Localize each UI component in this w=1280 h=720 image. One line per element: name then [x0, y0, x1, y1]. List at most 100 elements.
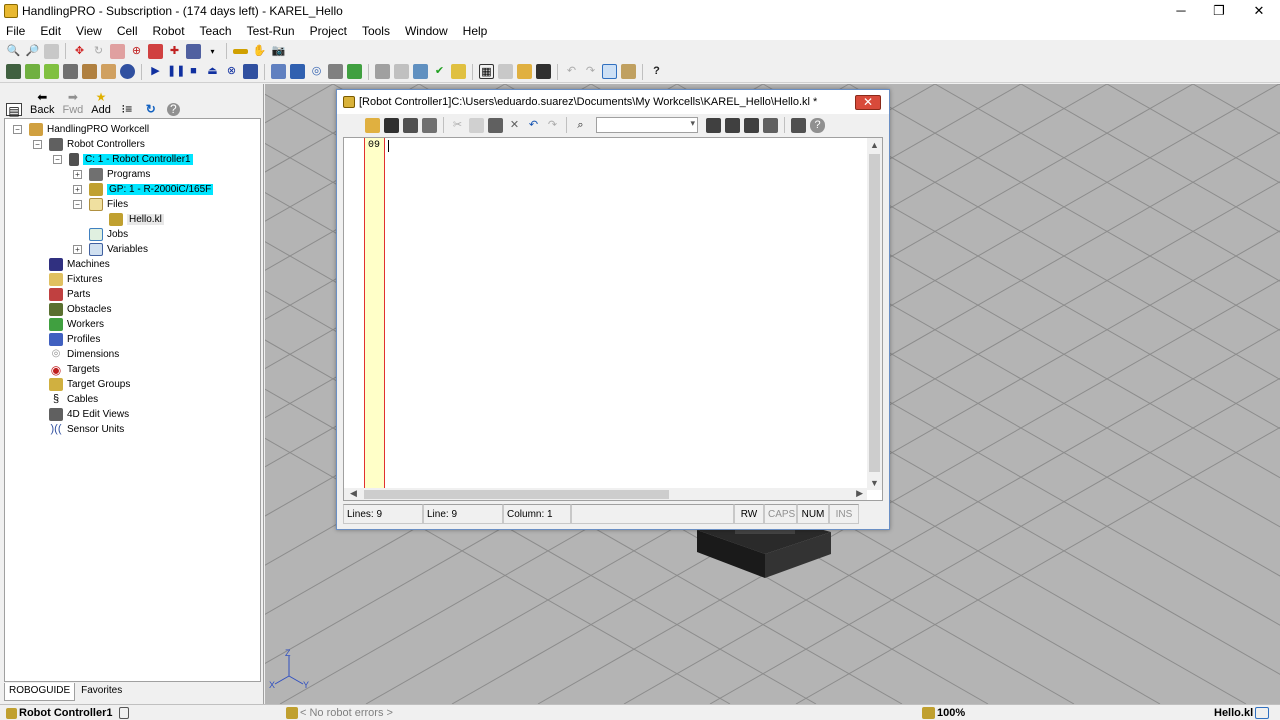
- horizontal-scrollbar[interactable]: ◀ ▶: [344, 488, 867, 500]
- open-folder-icon[interactable]: [517, 64, 532, 79]
- controller-icon[interactable]: [101, 64, 116, 79]
- scroll-up-icon[interactable]: ▲: [870, 140, 879, 150]
- editor-titlebar[interactable]: [Robot Controller1]C:\Users\eduardo.suar…: [337, 90, 889, 114]
- camera-icon[interactable]: 📷: [271, 44, 286, 59]
- undo-icon[interactable]: ↶: [564, 64, 579, 79]
- sync-icon[interactable]: [290, 64, 305, 79]
- teach-pendant-icon[interactable]: [6, 64, 21, 79]
- cycle-icon[interactable]: [82, 64, 97, 79]
- tree-node-cables[interactable]: § Cables: [49, 392, 98, 407]
- tree-node-programs[interactable]: + Programs: [73, 167, 150, 182]
- horizontal-scroll-thumb[interactable]: [364, 490, 669, 499]
- paste-icon[interactable]: [488, 117, 503, 133]
- maximize-icon[interactable]: ❐: [1199, 0, 1239, 22]
- menu-view[interactable]: View: [76, 24, 102, 38]
- tree-node-dimensions[interactable]: ◎ Dimensions: [49, 347, 120, 362]
- minimize-icon[interactable]: ─: [1161, 0, 1201, 22]
- add-favorite-button[interactable]: ★ Add: [91, 90, 111, 116]
- tab-favorites[interactable]: Favorites: [77, 683, 127, 701]
- expand-icon[interactable]: +: [73, 170, 82, 179]
- play-icon[interactable]: ▶: [148, 64, 163, 79]
- scroll-left-icon[interactable]: ◀: [350, 488, 357, 499]
- tree-node-4d-edit-views[interactable]: 4D Edit Views: [49, 407, 129, 422]
- scroll-right-icon[interactable]: ▶: [856, 488, 863, 499]
- robot-jog-icon[interactable]: [148, 43, 163, 59]
- help-button[interactable]: ?: [166, 103, 180, 116]
- target-jog-icon[interactable]: ✚: [167, 44, 182, 59]
- path-icon[interactable]: [413, 64, 428, 79]
- calibrate-icon[interactable]: [271, 64, 286, 79]
- collapse-icon[interactable]: −: [13, 125, 22, 134]
- tab-roboguide[interactable]: ROBOGUIDE: [4, 683, 76, 701]
- menu-window[interactable]: Window: [405, 24, 448, 38]
- menu-robot[interactable]: Robot: [153, 24, 185, 38]
- chart-icon[interactable]: [621, 64, 636, 79]
- sensor-icon[interactable]: [328, 64, 343, 79]
- copy-icon[interactable]: [469, 117, 484, 133]
- tree-view-icon[interactable]: [602, 64, 617, 79]
- find-next-icon[interactable]: [706, 117, 721, 133]
- table-icon[interactable]: ▦: [479, 64, 494, 79]
- undo-icon[interactable]: ↶: [526, 118, 541, 133]
- menu-test-run[interactable]: Test-Run: [247, 24, 295, 38]
- tree-node-controller[interactable]: − C: 1 - Robot Controller1: [53, 152, 193, 167]
- open-icon[interactable]: [365, 117, 380, 133]
- redo-icon[interactable]: ↷: [545, 118, 560, 133]
- properties-icon[interactable]: [791, 117, 806, 133]
- menu-file[interactable]: File: [6, 24, 25, 38]
- stop-icon[interactable]: ■: [186, 64, 201, 79]
- cut-icon[interactable]: ✂: [450, 118, 465, 133]
- gripper-icon[interactable]: [44, 64, 59, 79]
- menu-edit[interactable]: Edit: [40, 24, 61, 38]
- record-icon[interactable]: [120, 64, 135, 79]
- ruler-icon[interactable]: [394, 64, 409, 79]
- tree-node-files[interactable]: − Files: [73, 197, 128, 212]
- jog-frame-icon[interactable]: ⊕: [129, 44, 144, 59]
- tree-node-obstacles[interactable]: Obstacles: [49, 302, 111, 317]
- menu-project[interactable]: Project: [310, 24, 347, 38]
- move-icon[interactable]: ✥: [72, 44, 87, 59]
- tool-icon[interactable]: [186, 43, 201, 59]
- reset-icon[interactable]: ⊗: [224, 64, 239, 79]
- save-all-icon[interactable]: [403, 117, 418, 133]
- pause-icon[interactable]: ❚❚: [167, 64, 185, 79]
- tree-node-robot-controllers[interactable]: − Robot Controllers: [33, 137, 145, 152]
- cube-icon[interactable]: [375, 64, 390, 79]
- dropdown-icon[interactable]: ▾: [205, 44, 220, 59]
- check-icon[interactable]: ✔: [432, 64, 447, 79]
- zoom-window-icon[interactable]: [44, 43, 59, 59]
- vertical-scroll-thumb[interactable]: [869, 154, 880, 472]
- jog-icon[interactable]: [110, 43, 125, 59]
- program-icon[interactable]: [63, 64, 78, 79]
- menu-help[interactable]: Help: [463, 24, 488, 38]
- scroll-down-icon[interactable]: ▼: [870, 478, 879, 488]
- tree-node-variables[interactable]: + Variables: [73, 242, 148, 257]
- redo-icon[interactable]: ↷: [583, 64, 598, 79]
- browser-icon[interactable]: ▤: [6, 103, 22, 118]
- robot-arm-icon[interactable]: [25, 64, 40, 79]
- tree-node-jobs[interactable]: Jobs: [89, 227, 128, 242]
- find-combo[interactable]: ▾: [596, 117, 698, 133]
- eject-icon[interactable]: ⏏: [205, 64, 220, 79]
- expand-icon[interactable]: +: [73, 245, 82, 254]
- delete-icon[interactable]: ✕: [507, 118, 522, 133]
- expand-icon[interactable]: +: [73, 185, 82, 194]
- collapse-icon[interactable]: −: [73, 200, 82, 209]
- tree-node-target-groups[interactable]: Target Groups: [49, 377, 130, 392]
- close-icon[interactable]: ✕: [1239, 0, 1279, 22]
- replace-icon[interactable]: [744, 117, 759, 133]
- find-icon[interactable]: ⌕: [573, 118, 588, 133]
- menu-cell[interactable]: Cell: [117, 24, 138, 38]
- refresh-button[interactable]: ↻: [143, 102, 159, 116]
- tree-node-gp[interactable]: + GP: 1 - R-2000iC/165F: [73, 182, 214, 197]
- tree-node-machines[interactable]: Machines: [49, 257, 110, 272]
- tree-node-parts[interactable]: Parts: [49, 287, 90, 302]
- print-icon[interactable]: [422, 117, 437, 133]
- code-editor[interactable]: 09 ▲ ▼ ◀ ▶: [343, 137, 883, 501]
- forward-button[interactable]: ➡ Fwd: [62, 90, 83, 116]
- vertical-scrollbar[interactable]: ▲ ▼: [867, 138, 882, 490]
- collision-icon[interactable]: [451, 64, 466, 79]
- measure-icon[interactable]: [233, 48, 248, 54]
- save-icon[interactable]: [384, 117, 399, 133]
- collapse-icon[interactable]: −: [33, 140, 42, 149]
